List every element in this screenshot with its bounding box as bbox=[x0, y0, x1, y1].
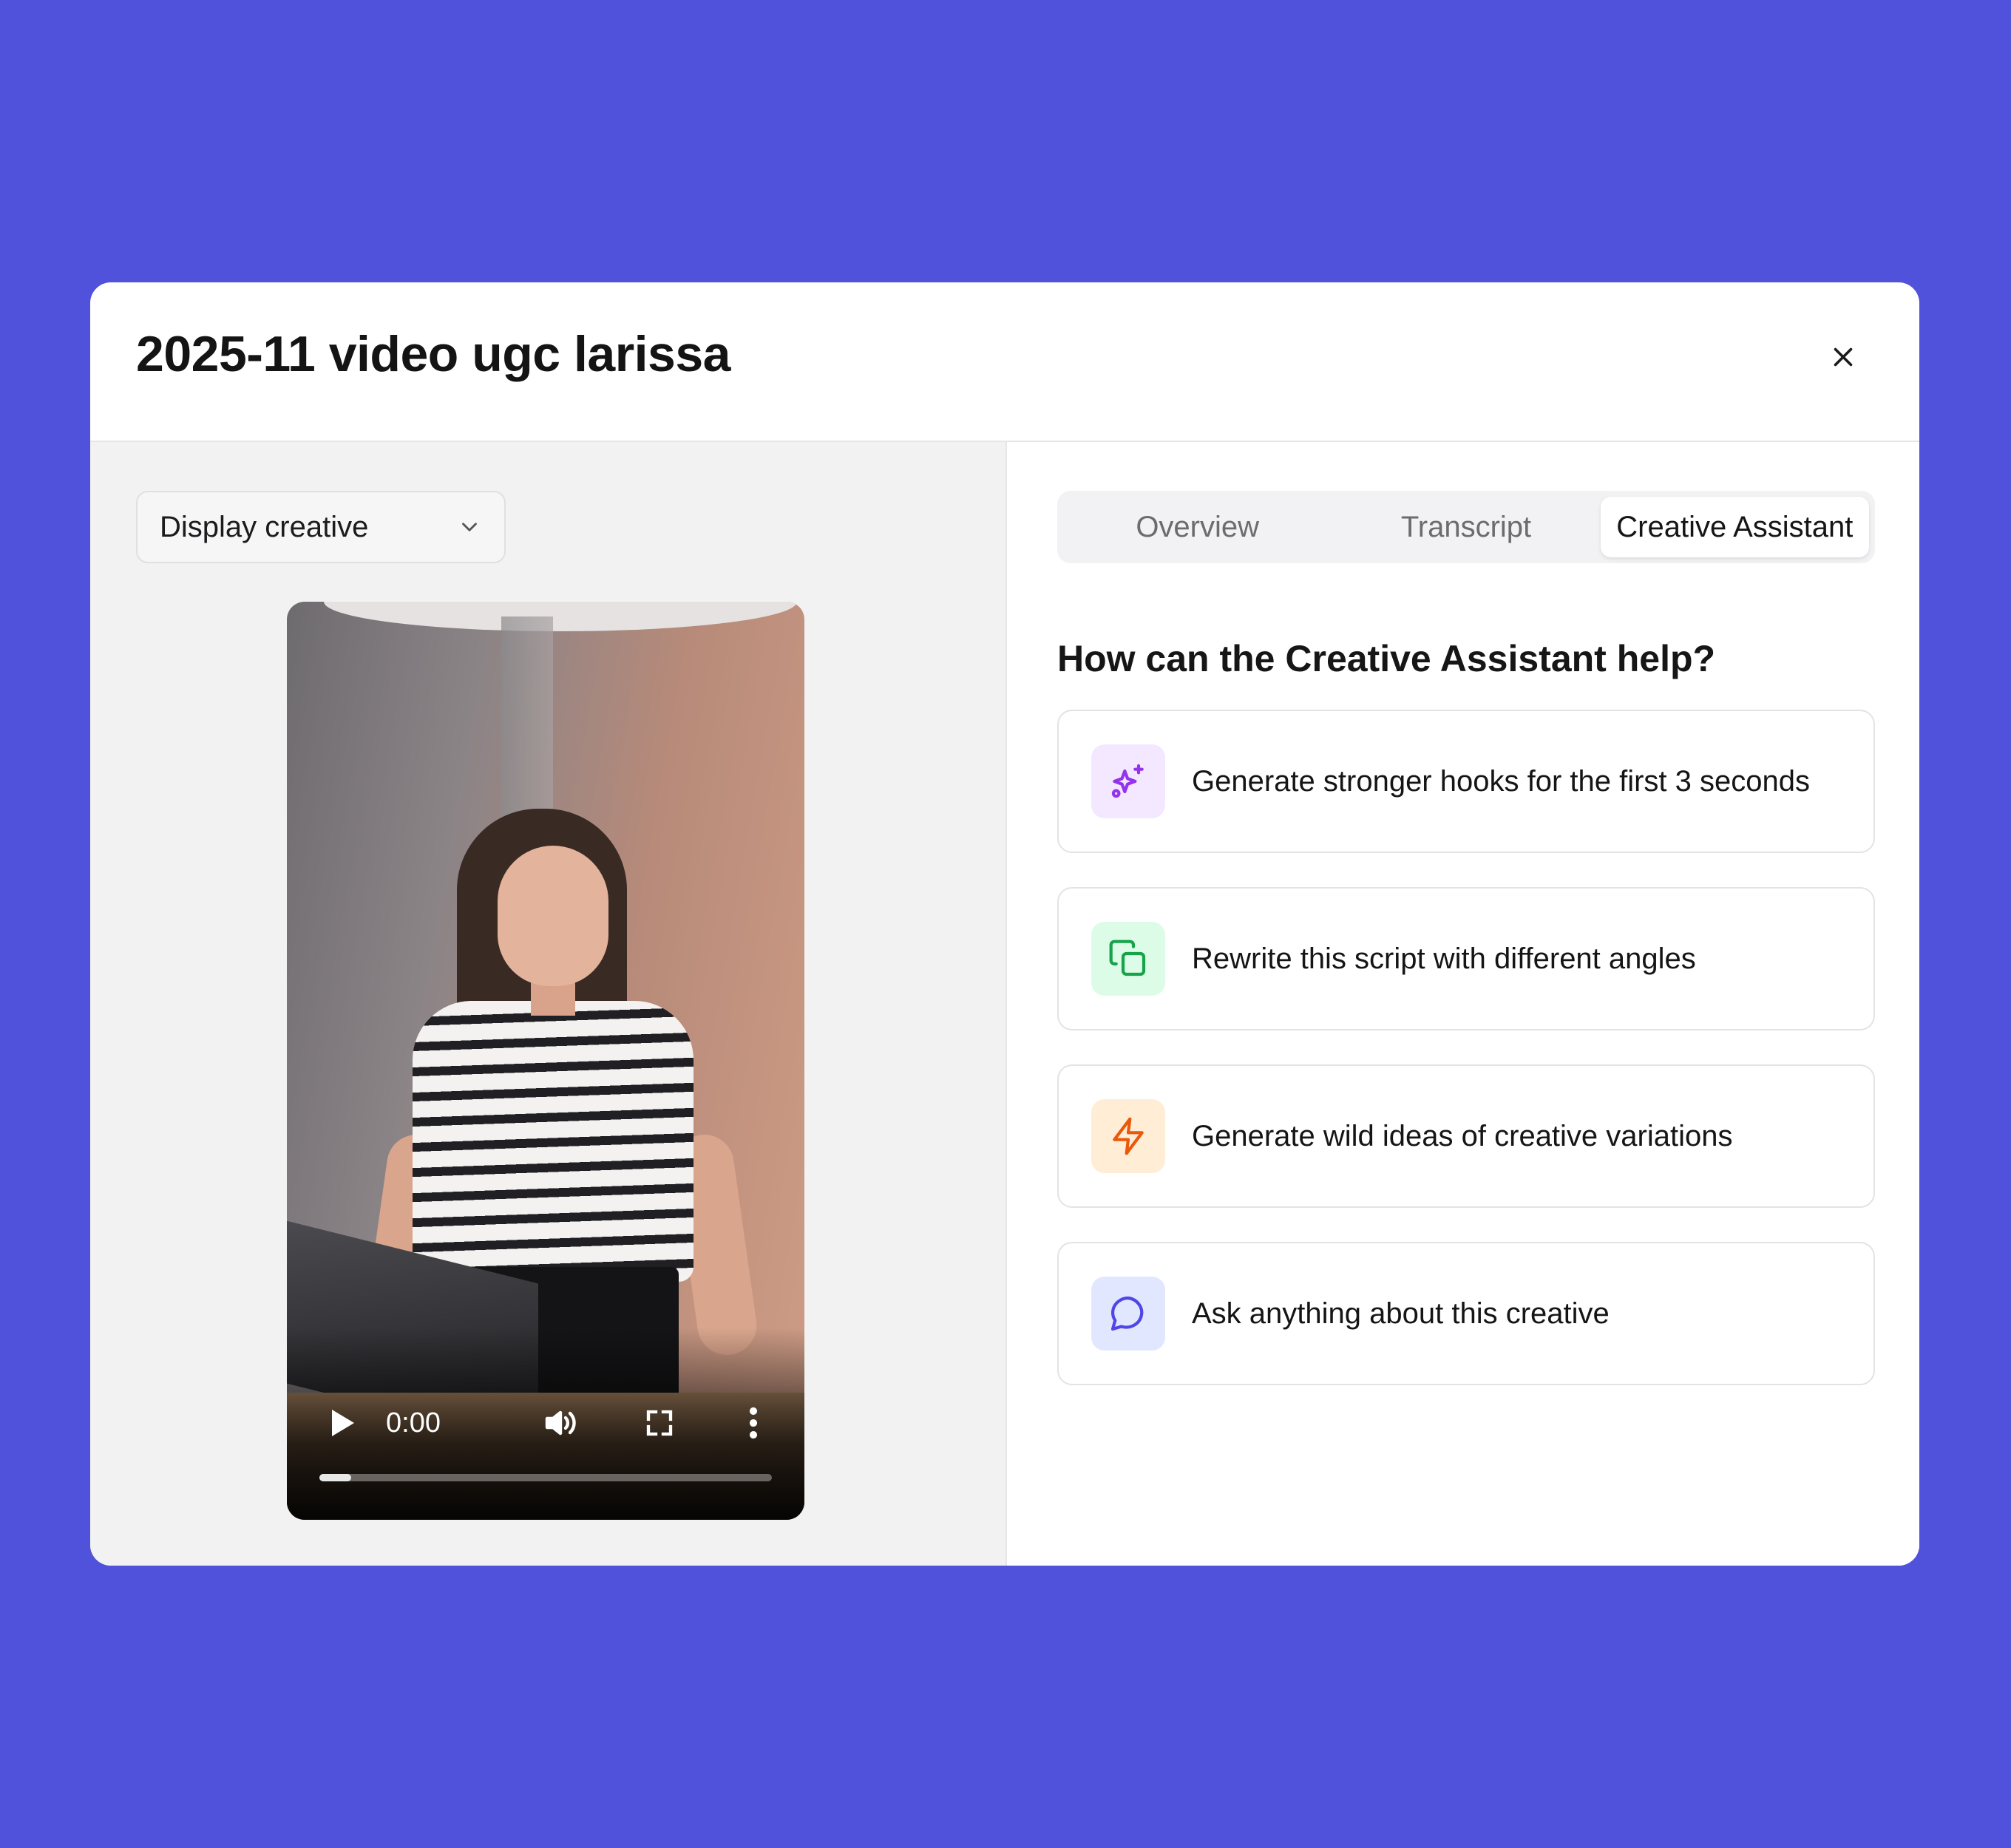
video-frame bbox=[287, 602, 804, 1520]
tab-creative-assistant[interactable]: Creative Assistant bbox=[1600, 497, 1869, 557]
video-controls: 0:00 bbox=[287, 1397, 804, 1449]
assistant-pane: Overview Transcript Creative Assistant H… bbox=[1008, 442, 1919, 1566]
suggestion-card-rewrite[interactable]: Rewrite this script with different angle… bbox=[1057, 887, 1875, 1030]
video-time: 0:00 bbox=[386, 1407, 441, 1438]
fullscreen-icon bbox=[646, 1410, 673, 1436]
fullscreen-button[interactable] bbox=[637, 1401, 682, 1445]
assistant-heading: How can the Creative Assistant help? bbox=[1057, 638, 1716, 679]
sparkles-icon bbox=[1091, 744, 1165, 818]
preview-pane: Display creative 0:00 bbox=[90, 442, 1007, 1566]
select-value: Display creative bbox=[160, 510, 369, 543]
chat-bubble-icon bbox=[1091, 1277, 1165, 1351]
tab-bar: Overview Transcript Creative Assistant bbox=[1057, 491, 1875, 563]
suggestion-label: Generate wild ideas of creative variatio… bbox=[1192, 1119, 1733, 1152]
play-button[interactable] bbox=[324, 1401, 361, 1445]
lightning-icon bbox=[1091, 1099, 1165, 1173]
suggestion-label: Generate stronger hooks for the first 3 … bbox=[1192, 764, 1810, 798]
tab-transcript[interactable]: Transcript bbox=[1332, 497, 1600, 557]
video-player[interactable]: 0:00 bbox=[287, 602, 804, 1520]
close-icon bbox=[1834, 347, 1853, 367]
modal-header: 2025-11 video ugc larissa bbox=[90, 282, 1919, 442]
volume-icon bbox=[545, 1410, 576, 1436]
copy-icon bbox=[1091, 922, 1165, 996]
video-progress-bar[interactable] bbox=[319, 1474, 772, 1481]
chevron-down-icon bbox=[462, 523, 477, 531]
video-progress-fill bbox=[319, 1474, 351, 1481]
suggestion-label: Ask anything about this creative bbox=[1192, 1297, 1610, 1330]
volume-button[interactable] bbox=[538, 1401, 583, 1445]
suggestion-label: Rewrite this script with different angle… bbox=[1192, 942, 1696, 975]
tab-overview[interactable]: Overview bbox=[1063, 497, 1332, 557]
more-options-icon bbox=[749, 1407, 758, 1439]
play-icon bbox=[332, 1410, 354, 1436]
close-button[interactable] bbox=[1819, 333, 1868, 381]
suggestion-card-ask[interactable]: Ask anything about this creative bbox=[1057, 1242, 1875, 1385]
suggestion-card-hooks[interactable]: Generate stronger hooks for the first 3 … bbox=[1057, 710, 1875, 853]
more-options-button[interactable] bbox=[735, 1401, 772, 1445]
modal-title: 2025-11 video ugc larissa bbox=[136, 326, 731, 382]
display-creative-select[interactable]: Display creative bbox=[136, 491, 506, 563]
creative-modal: 2025-11 video ugc larissa Display creati… bbox=[90, 282, 1919, 1566]
suggestion-card-wild-ideas[interactable]: Generate wild ideas of creative variatio… bbox=[1057, 1064, 1875, 1208]
suggestion-list: Generate stronger hooks for the first 3 … bbox=[1057, 710, 1875, 1419]
